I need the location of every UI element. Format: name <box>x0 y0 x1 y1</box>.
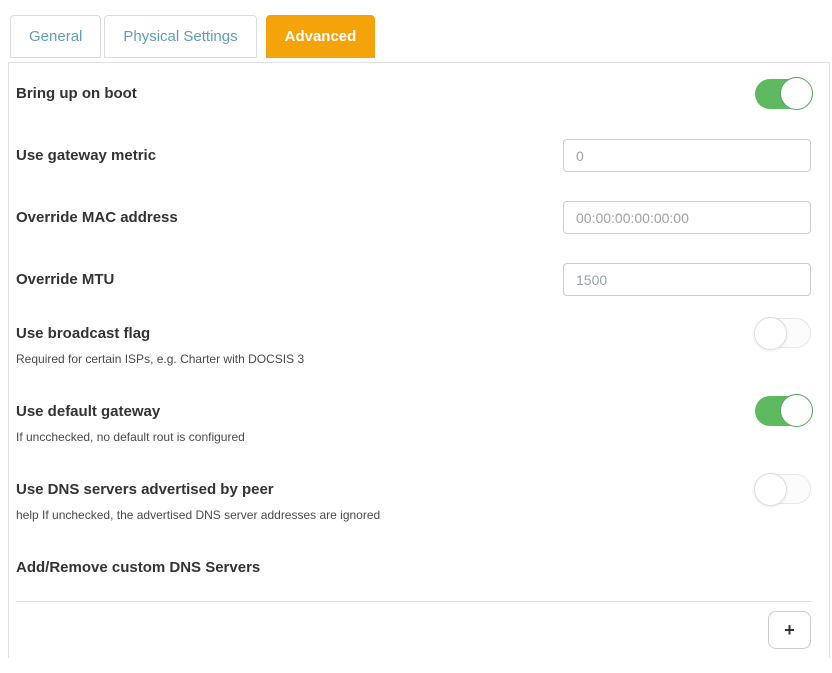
setting-row-mac-address: Override MAC address <box>16 201 811 234</box>
setting-text: Use default gateway If uncchecked, no de… <box>16 403 245 444</box>
setting-label: Use default gateway <box>16 403 245 421</box>
advanced-settings-panel: Bring up on boot Use gateway metric Over… <box>8 62 830 658</box>
bring-up-on-boot-toggle[interactable] <box>755 79 811 109</box>
gateway-metric-input[interactable] <box>563 139 811 172</box>
use-default-gateway-toggle[interactable] <box>755 396 811 426</box>
setting-description: If uncchecked, no default rout is config… <box>16 430 245 444</box>
setting-label: Override MAC address <box>16 209 178 227</box>
tab-advanced[interactable]: Advanced <box>266 15 376 58</box>
use-dns-peer-toggle[interactable] <box>755 474 811 504</box>
setting-row-dns-advertised-by-peer: Use DNS servers advertised by peer help … <box>16 481 811 522</box>
setting-description: Required for certain ISPs, e.g. Charter … <box>16 352 304 366</box>
setting-row-broadcast-flag: Use broadcast flag Required for certain … <box>16 325 811 366</box>
setting-label: Use gateway metric <box>16 147 156 165</box>
toggle-knob <box>754 317 787 350</box>
plus-icon: + <box>784 620 795 640</box>
setting-row-bring-up-on-boot: Bring up on boot <box>16 77 811 111</box>
settings-tabbar: General Physical Settings Advanced <box>0 15 832 58</box>
setting-text: Use DNS servers advertised by peer help … <box>16 481 380 522</box>
toggle-knob <box>780 394 813 427</box>
tab-general[interactable]: General <box>10 15 101 58</box>
mac-address-input[interactable] <box>563 201 811 234</box>
use-broadcast-flag-toggle[interactable] <box>755 318 811 348</box>
setting-row-gateway-metric: Use gateway metric <box>16 139 811 172</box>
setting-text: Use broadcast flag Required for certain … <box>16 325 304 366</box>
setting-label: Bring up on boot <box>16 85 137 103</box>
custom-dns-actions-row: + <box>16 611 811 649</box>
tab-physical-settings[interactable]: Physical Settings <box>104 15 256 58</box>
setting-description: help If unchecked, the advertised DNS se… <box>16 508 380 522</box>
custom-dns-section-heading: Add/Remove custom DNS Servers <box>16 559 811 577</box>
setting-row-mtu: Override MTU <box>16 263 811 296</box>
toggle-knob <box>780 77 813 110</box>
setting-row-default-gateway: Use default gateway If uncchecked, no de… <box>16 403 811 444</box>
add-dns-server-button[interactable]: + <box>768 611 811 649</box>
setting-label: Use DNS servers advertised by peer <box>16 481 380 499</box>
setting-label: Use broadcast flag <box>16 325 304 343</box>
section-divider <box>16 601 811 602</box>
mtu-input[interactable] <box>563 263 811 296</box>
setting-label: Override MTU <box>16 271 114 289</box>
toggle-knob <box>754 473 787 506</box>
